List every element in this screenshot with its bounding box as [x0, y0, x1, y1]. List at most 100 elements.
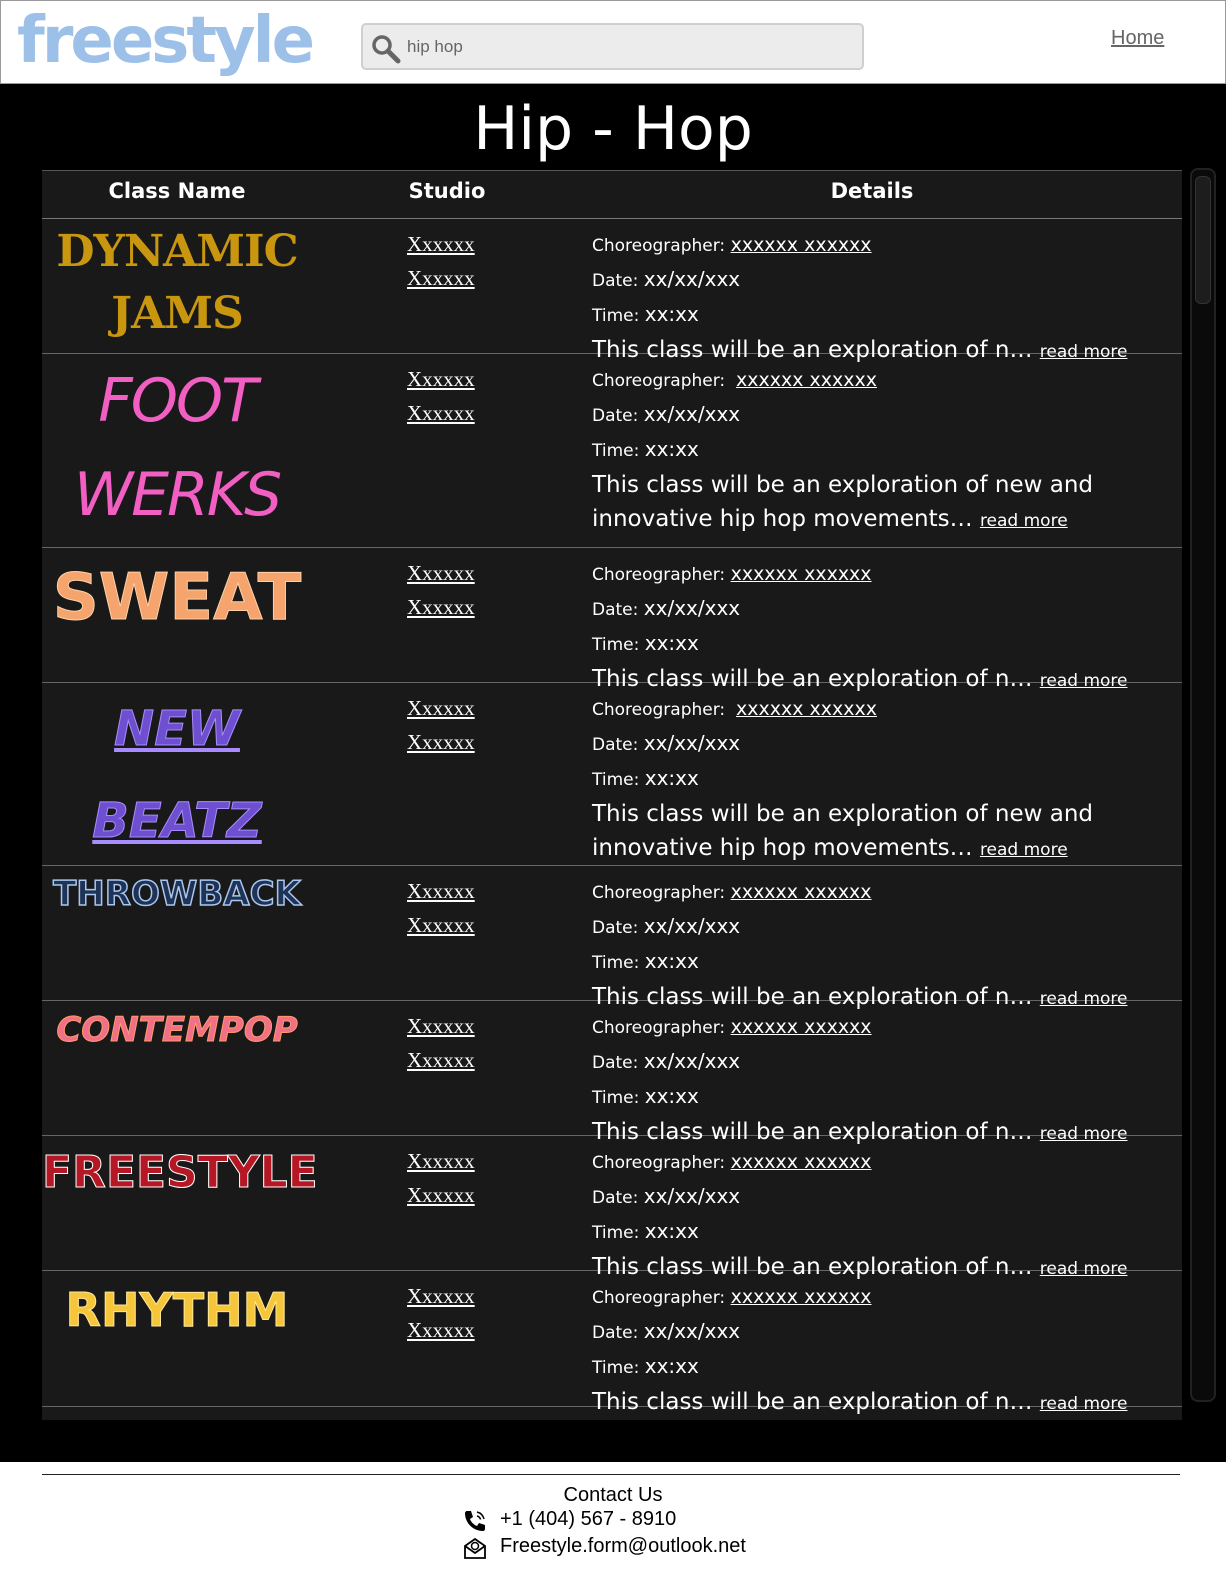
studio-link[interactable]: Xxxxxx: [407, 556, 497, 590]
class-name-line: THROWBACK: [52, 873, 301, 915]
details-cell: Choreographer: xxxxxx xxxxxx Date: xx/xx…: [592, 364, 1132, 538]
details-cell: Choreographer: xxxxxx xxxxxx Date: xx/xx…: [592, 229, 1132, 369]
time-value: xx:xx: [644, 766, 699, 790]
search-icon: [372, 35, 401, 64]
studio-cell: Xxxxxx Xxxxxx: [407, 1144, 497, 1212]
choreographer-label: Choreographer:: [592, 236, 726, 256]
date-value: xx/xx/xxx: [643, 731, 741, 755]
details-cell: Choreographer: xxxxxx xxxxxx Date: xx/xx…: [592, 558, 1132, 698]
studio-cell: Xxxxxx Xxxxxx: [407, 874, 497, 942]
date-label: Date:: [592, 600, 639, 620]
choreographer-link[interactable]: xxxxxx xxxxxx: [731, 1151, 872, 1173]
email-address[interactable]: Freestyle.form@outlook.net: [500, 1535, 746, 1558]
table-row: THROWBACK Xxxxxx Xxxxxx Choreographer: x…: [42, 866, 1182, 1010]
studio-link[interactable]: Xxxxxx: [407, 362, 497, 396]
studio-link[interactable]: Xxxxxx: [407, 227, 497, 261]
studio-cell: Xxxxxx Xxxxxx: [407, 227, 497, 295]
studio-link[interactable]: Xxxxxx: [407, 261, 497, 295]
read-more-link[interactable]: read more: [980, 840, 1068, 860]
class-description: innovative hip hop movements…: [592, 506, 973, 532]
time-value: xx:xx: [644, 437, 699, 461]
choreographer-link[interactable]: xxxxxx xxxxxx: [731, 1016, 872, 1038]
studio-cell: Xxxxxx Xxxxxx: [407, 556, 497, 624]
time-value: xx:xx: [644, 1084, 699, 1108]
choreographer-link[interactable]: xxxxxx xxxxxx: [731, 234, 872, 256]
date-value: xx/xx/xxx: [643, 1319, 741, 1343]
date-value: xx/xx/xxx: [643, 1184, 741, 1208]
studio-link[interactable]: Xxxxxx: [407, 908, 497, 942]
class-description: innovative hip hop movements…: [592, 835, 973, 861]
studio-link[interactable]: Xxxxxx: [407, 1144, 497, 1178]
studio-link[interactable]: Xxxxxx: [407, 590, 497, 624]
read-more-link[interactable]: read more: [1040, 1394, 1128, 1414]
column-header-details: Details: [830, 179, 914, 203]
details-cell: Choreographer: xxxxxx xxxxxx Date: xx/xx…: [592, 1011, 1132, 1151]
class-name-line: DYNAMIC: [56, 226, 298, 277]
class-name-rhythm[interactable]: RHYTHM: [42, 1273, 312, 1347]
class-name-sweat[interactable]: SWEAT: [42, 548, 312, 648]
studio-link[interactable]: Xxxxxx: [407, 396, 497, 430]
class-name-line: FREESTYLE: [42, 1147, 319, 1199]
studio-link[interactable]: Xxxxxx: [407, 1313, 497, 1347]
table-header: Class Name Studio Details: [42, 171, 1182, 219]
choreographer-label: Choreographer:: [592, 700, 726, 720]
scrollbar-thumb[interactable]: [1195, 176, 1211, 304]
class-description: This class will be an exploration of new…: [592, 472, 1093, 498]
search-box[interactable]: [361, 23, 864, 70]
studio-link[interactable]: Xxxxxx: [407, 1009, 497, 1043]
class-description: This class will be an exploration of n…: [592, 1389, 1033, 1415]
time-label: Time:: [592, 635, 640, 655]
time-value: xx:xx: [644, 1354, 699, 1378]
date-value: xx/xx/xxx: [643, 596, 741, 620]
choreographer-link[interactable]: xxxxxx xxxxxx: [731, 1286, 872, 1308]
date-label: Date:: [592, 918, 639, 938]
date-label: Date:: [592, 1323, 639, 1343]
class-name-dynamic-jams[interactable]: DYNAMIC JAMS: [42, 221, 312, 345]
table-row: NEW BEATZ Xxxxxx Xxxxxx Choreographer: x…: [42, 683, 1182, 866]
class-name-line: CONTEMPOP: [56, 1010, 298, 1051]
class-name-line: BEATZ: [92, 793, 262, 850]
choreographer-link[interactable]: xxxxxx xxxxxx: [736, 698, 877, 720]
date-value: xx/xx/xxx: [643, 267, 741, 291]
phone-number[interactable]: +1 (404) 567 - 8910: [500, 1508, 676, 1531]
studio-link[interactable]: Xxxxxx: [407, 874, 497, 908]
class-name-new-beatz[interactable]: NEW BEATZ: [42, 683, 312, 867]
studio-link[interactable]: Xxxxxx: [407, 725, 497, 759]
read-more-link[interactable]: read more: [980, 511, 1068, 531]
studio-cell: Xxxxxx Xxxxxx: [407, 691, 497, 759]
details-cell: Choreographer: xxxxxx xxxxxx Date: xx/xx…: [592, 1146, 1132, 1286]
choreographer-label: Choreographer:: [592, 1018, 726, 1038]
studio-link[interactable]: Xxxxxx: [407, 1043, 497, 1077]
studio-link[interactable]: Xxxxxx: [407, 691, 497, 725]
date-value: xx/xx/xxx: [643, 914, 741, 938]
footer-divider: [42, 1474, 1180, 1475]
class-description: This class will be an exploration of new…: [592, 801, 1093, 827]
freestyle-logo[interactable]: freestyle: [17, 3, 315, 79]
class-name-throwback[interactable]: THROWBACK: [42, 866, 312, 922]
class-name-line: WERKS: [73, 460, 282, 530]
time-label: Time:: [592, 1088, 640, 1108]
choreographer-link[interactable]: xxxxxx xxxxxx: [731, 881, 872, 903]
choreographer-label: Choreographer:: [592, 883, 726, 903]
details-cell: Choreographer: xxxxxx xxxxxx Date: xx/xx…: [592, 876, 1132, 1016]
contact-title: Contact Us: [563, 1484, 663, 1506]
studio-link[interactable]: Xxxxxx: [407, 1178, 497, 1212]
class-name-contempop[interactable]: CONTEMPOP: [42, 1001, 312, 1059]
search-input[interactable]: [407, 35, 847, 59]
choreographer-link[interactable]: xxxxxx xxxxxx: [736, 369, 877, 391]
class-name-freestyle[interactable]: FREESTYLE: [42, 1136, 319, 1210]
date-label: Date:: [592, 735, 639, 755]
class-name-foot-werks[interactable]: FOOT WERKS: [42, 354, 312, 542]
home-link[interactable]: Home: [1111, 27, 1164, 50]
details-cell: Choreographer: xxxxxx xxxxxx Date: xx/xx…: [592, 1281, 1132, 1421]
vertical-scrollbar[interactable]: [1190, 168, 1216, 1402]
time-label: Time:: [592, 953, 640, 973]
choreographer-link[interactable]: xxxxxx xxxxxx: [731, 563, 872, 585]
time-value: xx:xx: [644, 1219, 699, 1243]
studio-link[interactable]: Xxxxxx: [407, 1279, 497, 1313]
table-row: DYNAMIC JAMS Xxxxxx Xxxxxx Choreographer…: [42, 219, 1182, 363]
class-table: Class Name Studio Details DYNAMIC JAMS X…: [42, 170, 1182, 1420]
class-name-line: JAMS: [111, 288, 243, 339]
details-cell: Choreographer: xxxxxx xxxxxx Date: xx/xx…: [592, 693, 1132, 867]
class-name-line: RHYTHM: [65, 1283, 289, 1338]
